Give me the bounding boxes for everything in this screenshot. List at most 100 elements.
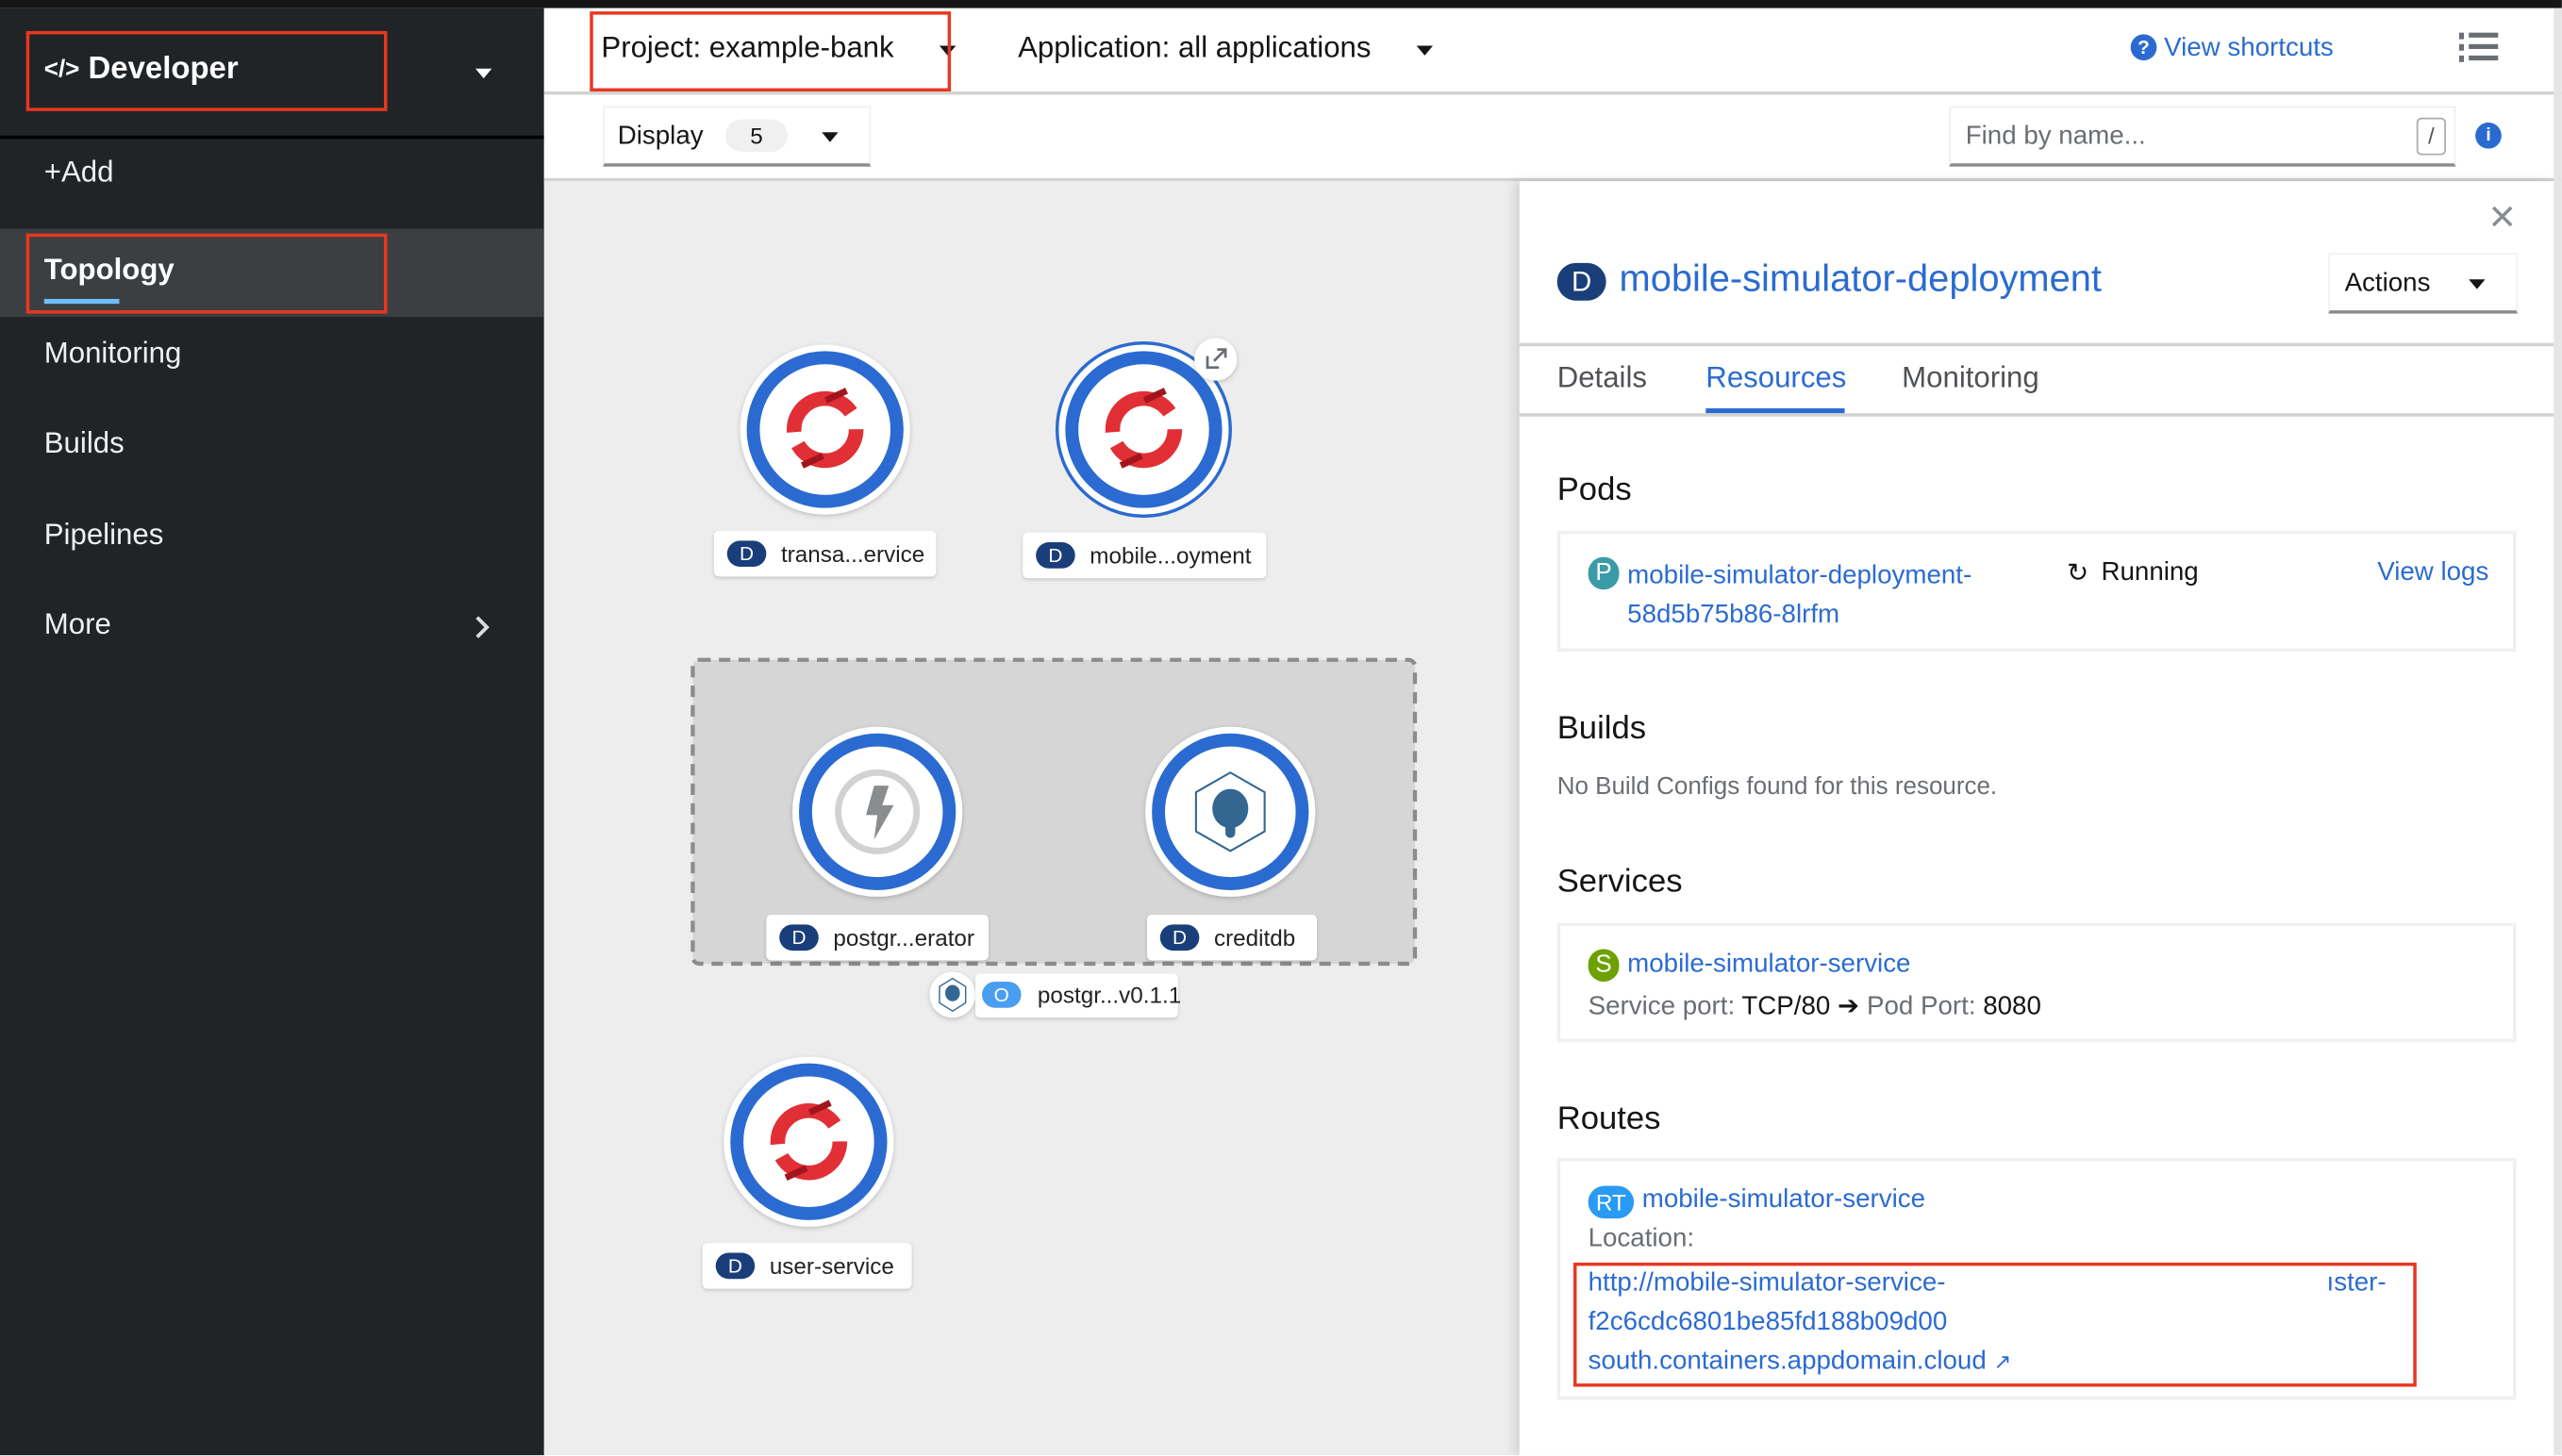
node-creditdb[interactable] [1145,726,1316,897]
sidebar-item-label: Pipelines [43,518,164,551]
pod-status: Running [2101,558,2199,587]
panel-title[interactable]: mobile-simulator-deployment [1620,256,2102,301]
builds-empty-text: No Build Configs found for this resource… [1556,772,1998,801]
find-by-name-input[interactable]: Find by name... / [1949,106,2456,167]
sidebar-item-label: More [43,607,111,640]
perspective-switcher[interactable]: </> Developer [0,8,544,140]
chevron-right-icon [475,616,490,638]
node-label[interactable]: Duser-service [702,1243,912,1289]
caret-down-icon [475,68,492,79]
caret-down-icon [2469,279,2486,290]
close-icon[interactable] [2491,206,2513,227]
node-label-text: mobile...oyment [1090,542,1252,569]
actions-dropdown[interactable]: Actions [2328,253,2519,314]
services-heading: Services [1556,864,1683,901]
deployment-badge: D [726,540,767,568]
node-label[interactable]: Dtransa...ervice [713,530,937,577]
sidebar-item-add[interactable]: +Add [0,131,544,220]
pod-port-value: 8080 [1983,993,2041,1021]
operator-badge: O [981,981,1022,1008]
routes-heading: Routes [1556,1100,1661,1137]
node-label[interactable]: Dcreditdb [1146,914,1318,961]
external-link-icon[interactable] [1194,338,1238,381]
sync-icon: ↻ [2067,560,2089,588]
tab-monitoring[interactable]: Monitoring [1902,361,2039,395]
sidebar-item-more[interactable]: More [0,583,544,671]
highlight-box [25,233,388,314]
group-label-text: postgr...v0.1.1 [1037,981,1182,1008]
service-port-value: TCP/80 [1741,993,1831,1021]
sidebar: </> Developer +Add Topology Monitoring B… [0,8,544,1456]
find-placeholder: Find by name... [1965,122,2146,151]
info-icon[interactable]: i [2475,122,2502,149]
slash-shortcut-hint: / [2416,117,2446,156]
pod-link[interactable]: mobile-simulator-deployment- 58d5b75b86-8… [1627,557,1971,636]
node-postgres-operator[interactable] [792,726,963,897]
group-label[interactable]: O postgr...v0.1.1 [975,973,1182,1018]
sidebar-item-label: Builds [43,426,125,459]
header-bar: Project: example-bank Application: all a… [543,8,2562,95]
divider [1519,342,2554,347]
display-options-dropdown[interactable]: Display 5 [603,106,872,167]
tab-resources[interactable]: Resources [1705,361,1846,395]
node-label-text: postgr...erator [833,924,975,951]
sidebar-item-label: +Add [43,155,114,189]
view-shortcuts-link[interactable]: ? View shortcuts [2130,34,2334,63]
display-label: Display [617,122,704,151]
deployment-badge: D [715,1252,756,1280]
topology-toolbar: Display 5 Find by name... / i [543,94,2562,182]
node-label-text: user-service [769,1252,894,1280]
caret-down-icon [1416,45,1434,56]
caret-down-icon [822,132,839,142]
pod-card: P mobile-simulator-deployment- 58d5b75b86… [1556,530,2517,653]
application-selector[interactable]: Application: all applications [1018,31,1371,65]
service-port-label: Service port: [1588,993,1736,1021]
service-ports: Service port: TCP/80 ➔ Pod Port: 8080 [1589,990,2041,1023]
route-card: RT mobile-simulator-service Location: ht… [1556,1158,2517,1400]
node-label[interactable]: Dpostgr...erator [766,914,989,961]
service-badge: S [1588,949,1620,982]
route-badge: RT [1588,1185,1635,1219]
deployment-badge: D [779,924,819,951]
sidebar-item-pipelines[interactable]: Pipelines [0,493,544,582]
builds-heading: Builds [1556,710,1647,747]
display-count-badge: 5 [725,119,788,153]
service-link[interactable]: mobile-simulator-service [1627,951,1910,980]
sidebar-item-label: Monitoring [43,336,182,370]
arrow-right-icon: ➔ [1838,993,1860,1021]
pod-name-line: 58d5b75b86-8lrfm [1627,601,1840,629]
node-label[interactable]: Dmobile...oyment [1023,532,1267,579]
node-transaction-service[interactable] [740,344,910,515]
deployment-badge: D [1159,924,1200,951]
sidebar-item-monitoring[interactable]: Monitoring [0,312,544,401]
pod-port-label: Pod Port: [1866,993,1976,1021]
sidebar-item-builds[interactable]: Builds [0,402,544,490]
node-user-service[interactable] [724,1056,894,1227]
deployment-badge: D [1036,542,1075,569]
topology-canvas[interactable]: Dtransa...ervice Dmobile...oyment Dpostg… [543,181,1520,1456]
resource-side-panel: D mobile-simulator-deployment Actions De… [1519,181,2554,1456]
location-label: Location: [1588,1225,1695,1253]
top-strip [0,0,2562,8]
list-view-icon[interactable] [2458,31,2499,64]
help-icon: ? [2130,34,2157,61]
node-label-text: transa...ervice [780,540,925,568]
application-label: Application: all applications [1018,30,1372,64]
route-link[interactable]: mobile-simulator-service [1642,1186,1925,1216]
tab-details[interactable]: Details [1557,361,1647,395]
window-edge [2554,8,2562,1456]
view-logs-link[interactable]: View logs [2377,558,2488,587]
postgresql-operator-icon [929,971,976,1018]
divider [1519,413,2554,417]
pods-heading: Pods [1556,472,1632,508]
pod-badge: P [1588,556,1620,590]
pod-name-line: mobile-simulator-deployment- [1627,561,1972,590]
sidebar-item-topology[interactable]: Topology [0,228,544,318]
view-shortcuts-label: View shortcuts [2164,34,2334,62]
highlight-box [590,11,952,91]
actions-label: Actions [2344,269,2431,298]
service-card: S mobile-simulator-service Service port:… [1556,922,2517,1043]
topology-graph [690,338,1418,1227]
deployment-badge: D [1556,262,1606,301]
highlight-box [25,30,388,111]
